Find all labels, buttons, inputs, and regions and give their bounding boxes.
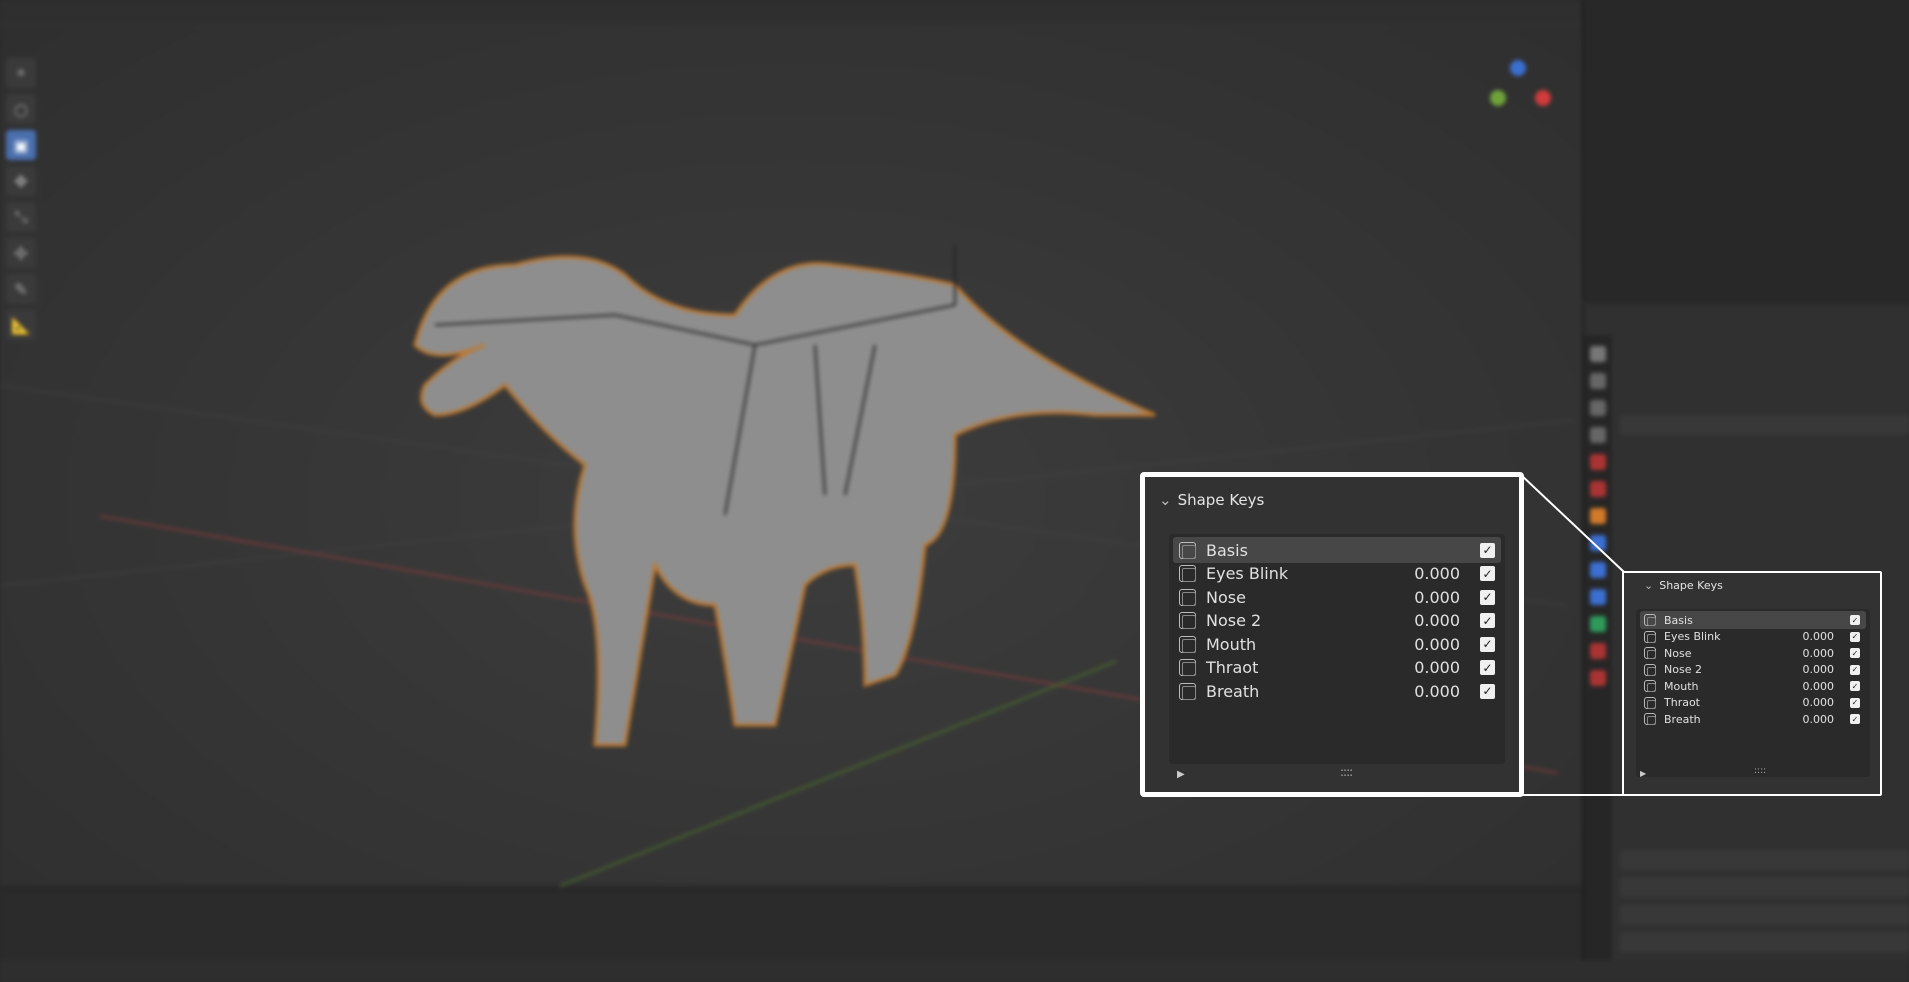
shape-keys-list[interactable]: Basis ✓ Eyes Blink 0.000 ✓ Nose 0.000 ✓ Nose 2 0.…: [1636, 609, 1870, 777]
shape-key-name[interactable]: Thraot: [1206, 658, 1390, 677]
shape-key-name[interactable]: Eyes Blink: [1664, 630, 1784, 643]
shape-key-value[interactable]: 0.000: [1390, 658, 1460, 677]
shape-key-icon: [1644, 713, 1656, 725]
shape-keys-panel: ⌄ Shape Keys Basis ✓ Eyes Blink 0.000 ✓ Nose 0.…: [1622, 571, 1882, 796]
shape-key-name[interactable]: Nose: [1664, 647, 1784, 660]
shape-key-value[interactable]: 0.000: [1784, 663, 1835, 676]
checkbox-icon[interactable]: ✓: [1850, 648, 1860, 658]
shape-key-icon: [1644, 630, 1656, 643]
checkbox-icon[interactable]: ✓: [1480, 660, 1495, 675]
shape-key-icon: [1179, 565, 1196, 582]
shape-key-value[interactable]: 0.000: [1390, 588, 1460, 607]
shape-keys-panel-zoomed: ⌄ Shape Keys Basis ✓ Eyes Blink 0.000 ✓ Nose 0.…: [1140, 472, 1524, 797]
shape-key-icon: [1179, 682, 1196, 700]
shape-key-name[interactable]: Nose 2: [1664, 663, 1784, 676]
shape-key-value[interactable]: 0.000: [1784, 680, 1835, 693]
checkbox-icon[interactable]: ✓: [1480, 636, 1495, 652]
shape-key-row[interactable]: Nose 2 0.000 ✓: [1640, 661, 1866, 679]
shape-key-row[interactable]: Basis ✓: [1173, 537, 1501, 563]
shape-key-row[interactable]: Nose 0.000 ✓: [1640, 644, 1866, 662]
checkbox-icon[interactable]: ✓: [1850, 631, 1860, 642]
shape-key-icon: [1644, 614, 1656, 626]
chevron-down-icon[interactable]: ⌄: [1644, 579, 1653, 592]
shape-key-value[interactable]: 0.000: [1390, 682, 1460, 701]
shape-key-icon: [1644, 680, 1656, 692]
shape-key-name[interactable]: Nose 2: [1206, 611, 1390, 630]
shape-keys-list[interactable]: Basis ✓ Eyes Blink 0.000 ✓ Nose 0.000 ✓ Nose 2 0.…: [1169, 534, 1505, 764]
shape-key-name[interactable]: Mouth: [1206, 635, 1390, 654]
checkbox-icon[interactable]: ✓: [1480, 683, 1495, 699]
shape-keys-header[interactable]: ⌄ Shape Keys: [1644, 579, 1723, 592]
shape-key-name[interactable]: Breath: [1664, 713, 1784, 726]
shape-key-name[interactable]: Eyes Blink: [1206, 564, 1390, 583]
checkbox-icon[interactable]: ✓: [1850, 681, 1860, 691]
shape-key-name[interactable]: Nose: [1206, 588, 1390, 607]
resize-grip-icon[interactable]: ::::: [1754, 766, 1766, 776]
shape-key-row[interactable]: Mouth 0.000 ✓: [1173, 631, 1501, 657]
shape-key-icon: [1644, 696, 1656, 709]
shape-key-row[interactable]: Nose 0.000 ✓: [1173, 584, 1501, 610]
shape-key-row[interactable]: Mouth 0.000 ✓: [1640, 677, 1866, 695]
shape-key-row[interactable]: Thraot 0.000 ✓: [1640, 694, 1866, 712]
shape-keys-header[interactable]: ⌄ Shape Keys: [1159, 491, 1264, 509]
zoom-connector: [1519, 473, 1625, 796]
shape-key-row[interactable]: Breath 0.000 ✓: [1640, 710, 1866, 728]
shape-key-row[interactable]: Eyes Blink 0.000 ✓: [1640, 628, 1866, 646]
shape-key-row[interactable]: Breath 0.000 ✓: [1173, 678, 1501, 704]
shape-key-icon: [1179, 635, 1196, 653]
shape-key-name[interactable]: Basis: [1206, 541, 1390, 560]
play-icon[interactable]: ▶: [1640, 769, 1646, 778]
checkbox-icon[interactable]: ✓: [1480, 589, 1495, 605]
checkbox-icon[interactable]: ✓: [1850, 664, 1860, 675]
checkbox-icon[interactable]: ✓: [1480, 542, 1495, 558]
checkbox-icon[interactable]: ✓: [1850, 714, 1860, 724]
shape-key-row[interactable]: Nose 2 0.000 ✓: [1173, 608, 1501, 634]
shape-key-name[interactable]: Breath: [1206, 682, 1390, 701]
shape-key-icon: [1179, 659, 1196, 676]
chevron-down-icon[interactable]: ⌄: [1159, 491, 1172, 509]
shape-key-value[interactable]: 0.000: [1784, 696, 1835, 709]
shape-key-value[interactable]: 0.000: [1784, 630, 1835, 643]
shape-key-name[interactable]: Thraot: [1664, 696, 1784, 709]
checkbox-icon[interactable]: ✓: [1850, 615, 1860, 625]
shape-key-value[interactable]: 0.000: [1390, 611, 1460, 630]
shape-key-icon: [1179, 612, 1196, 629]
shape-key-row[interactable]: Thraot 0.000 ✓: [1173, 655, 1501, 681]
shape-key-value[interactable]: 0.000: [1390, 635, 1460, 654]
shape-key-name[interactable]: Mouth: [1664, 680, 1784, 693]
shape-key-icon: [1644, 663, 1656, 676]
shape-key-value[interactable]: 0.000: [1784, 647, 1835, 660]
checkbox-icon[interactable]: ✓: [1850, 697, 1860, 708]
shape-key-name[interactable]: Basis: [1664, 614, 1784, 627]
shape-key-value[interactable]: 0.000: [1390, 564, 1460, 583]
shape-key-row[interactable]: Basis ✓: [1640, 611, 1866, 629]
shape-key-icon: [1644, 647, 1656, 659]
shape-key-value[interactable]: 0.000: [1784, 713, 1835, 726]
shape-key-row[interactable]: Eyes Blink 0.000 ✓: [1173, 561, 1501, 587]
play-icon[interactable]: ▶: [1177, 769, 1185, 780]
resize-grip-icon[interactable]: ::::: [1340, 765, 1353, 779]
checkbox-icon[interactable]: ✓: [1480, 566, 1495, 581]
shape-key-icon: [1179, 588, 1196, 606]
checkbox-icon[interactable]: ✓: [1480, 613, 1495, 628]
shape-key-icon: [1179, 541, 1196, 559]
